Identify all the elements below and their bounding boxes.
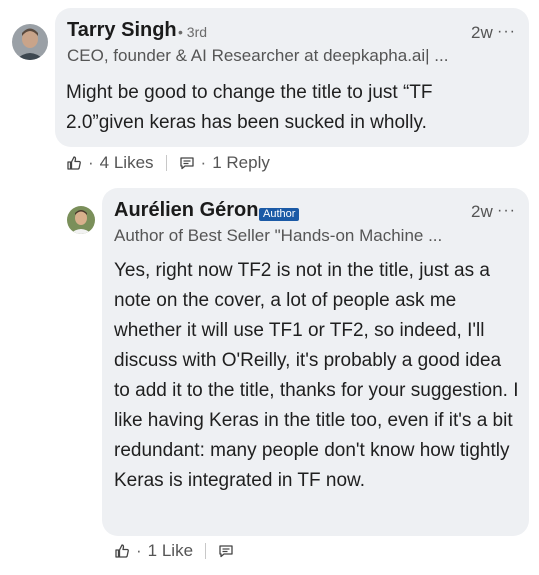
comment-more-options-button[interactable]: ··· (497, 23, 516, 41)
likes-count-link[interactable]: 4 Likes (100, 153, 154, 173)
commenter-avatar-image (12, 24, 48, 60)
comment-text: Might be good to change the title to jus… (66, 82, 433, 133)
reply-author-headline: Author of Best Seller "Hands-on Machine … (114, 226, 443, 245)
reply-author-avatar-image (67, 206, 95, 234)
comment-icon[interactable] (179, 155, 195, 171)
commenter-headline: CEO, founder & AI Researcher at deepkaph… (67, 46, 449, 65)
action-divider (165, 155, 167, 171)
reply-text: Yes, right now TF2 is not in the title, … (114, 260, 519, 491)
thumbs-up-icon[interactable] (66, 155, 82, 171)
action-divider (205, 543, 207, 559)
connection-degree: • 3rd (178, 24, 208, 40)
commenter-name[interactable]: Tarry Singh (67, 19, 177, 42)
reply-author-avatar[interactable] (67, 206, 95, 234)
separator-dot: · (136, 541, 142, 560)
replies-count-link[interactable]: 1 Reply (212, 153, 270, 173)
reply-author-name[interactable]: Aurélien Géron (114, 199, 258, 222)
author-badge: Author (259, 208, 300, 221)
reply-actions: · 1 Like (114, 541, 234, 561)
separator-dot: · (200, 153, 207, 172)
comment-actions: · 4 Likes · 1 Reply (66, 153, 270, 173)
separator-dot: · (88, 153, 94, 172)
comment-icon[interactable] (218, 543, 234, 559)
thumbs-up-icon[interactable] (114, 543, 130, 559)
reply-more-options-button[interactable]: ··· (497, 202, 516, 220)
reply-timestamp: 2w (471, 202, 493, 221)
commenter-avatar[interactable] (12, 24, 48, 60)
reply-likes-count-link[interactable]: 1 Like (148, 541, 193, 561)
comment-timestamp: 2w (471, 23, 493, 42)
